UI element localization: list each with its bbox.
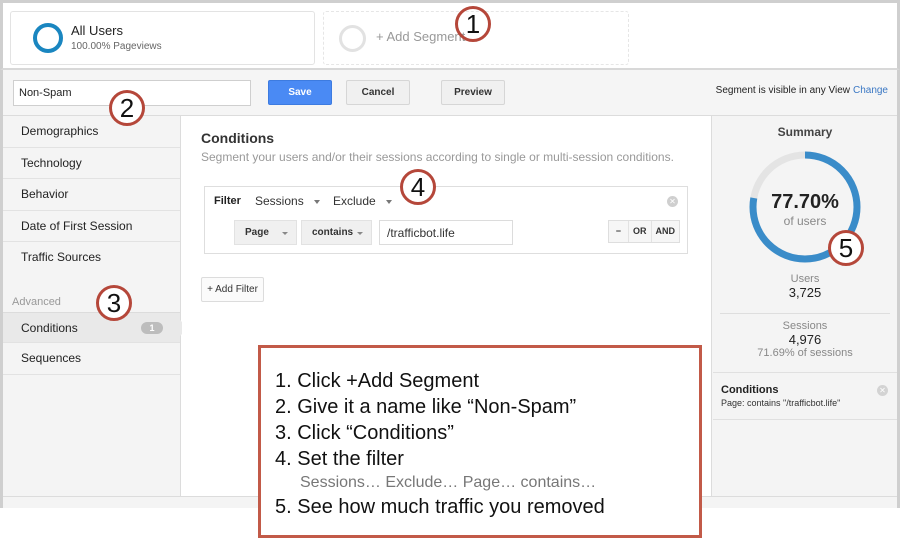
filter-group: Filter Sessions Exclude ✕ Page contains … [204,186,688,254]
condition-title: Conditions [721,384,779,396]
filter-label: Filter [214,195,241,207]
summary-condition-card: Conditions Page: contains "/trafficbot.l… [713,372,897,420]
sessions-label: Sessions [782,320,828,332]
sessions-stat: Sessions 4,976 71.69% of sessions [712,320,898,359]
remove-filter-icon[interactable]: ✕ [667,196,678,207]
callout-4: 4 [400,169,436,205]
divider [720,313,890,314]
callout-3: 3 [96,285,132,321]
segment-subtitle: 100.00% Pageviews [71,41,162,52]
dimension-value: Page [245,227,269,238]
operator-dropdown[interactable]: contains [301,220,372,245]
sessions-value: 4,976 [788,332,822,347]
page-description: Segment your users and/or their sessions… [201,150,674,164]
instruction-step: 1. Click +Add Segment [275,370,479,392]
preview-button[interactable]: Preview [441,80,505,105]
percent-of-users-label: of users [783,214,827,228]
callout-1: 1 [455,6,491,42]
instructions-box: 1. Click +Add Segment 2. Give it a name … [258,345,702,538]
sidebar-item-label: Demographics [21,124,99,138]
users-value: 3,725 [788,285,822,300]
callout-2: 2 [109,90,145,126]
remove-condition-button[interactable]: − [609,221,628,242]
operator-value: contains [312,227,354,238]
sidebar-item-date-of-first-session[interactable]: Date of First Session [3,211,180,242]
sidebar-item-label: Conditions [21,320,78,335]
visibility-text: Segment is visible in any View [715,85,850,96]
sidebar-item-demographics[interactable]: Demographics [3,116,180,148]
sidebar-item-label: Sequences [21,351,82,365]
summary-panel: Summary 77.70% of users Users 3,725 Sess… [711,116,897,496]
caret-down-icon [282,232,288,235]
sidebar-item-label: Behavior [21,187,69,201]
sidebar-item-label: Traffic Sources [21,250,102,264]
instruction-step: 3. Click “Conditions” [275,422,454,444]
sidebar-item-label: Date of First Session [21,218,133,233]
segment-bar: All Users 100.00% Pageviews + Add Segmen… [0,0,900,70]
segment-card-all-users[interactable]: All Users 100.00% Pageviews [10,11,315,65]
cancel-button[interactable]: Cancel [346,80,410,105]
users-label: Users [790,273,820,285]
filter-mode-value: Exclude [333,194,376,208]
users-stat: Users 3,725 [712,273,898,300]
filter-value-input[interactable] [379,220,513,245]
sidebar-heading-advanced: Advanced [12,295,61,308]
sidebar-item-traffic-sources[interactable]: Traffic Sources [3,242,180,274]
segment-category-sidebar: Demographics Technology Behavior Date of… [3,116,188,496]
sidebar-item-behavior[interactable]: Behavior [3,179,180,211]
filter-scope-value: Sessions [255,194,304,208]
instruction-step: 4. Set the filter [275,448,404,470]
page-title: Conditions [201,130,275,146]
add-segment-label: + Add Segment [376,29,466,44]
callout-5: 5 [828,230,864,266]
save-button[interactable]: Save [268,80,332,105]
remove-condition-icon[interactable]: ✕ [877,385,888,396]
or-button[interactable]: OR [628,221,651,242]
instruction-step: 2. Give it a name like “Non-Spam” [275,396,577,418]
caret-down-icon [313,199,320,204]
filter-mode-dropdown[interactable]: Exclude [333,194,392,208]
percent-of-users: 77.70% [771,191,839,213]
summary-title: Summary [777,125,833,139]
condition-text: Page: contains "/trafficbot.life" [721,398,841,408]
ring-icon [339,25,366,52]
instruction-step-detail: Sessions… Exclude… Page… contains… [300,474,597,491]
dimension-dropdown[interactable]: Page [234,220,297,245]
sidebar-item-label: Technology [21,155,82,170]
sidebar-item-conditions[interactable]: Conditions 1 [3,311,188,343]
caret-down-icon [357,232,363,235]
sidebar-item-sequences[interactable]: Sequences [3,343,180,375]
segment-title: All Users [71,23,124,38]
sessions-percent: 71.69% of sessions [757,347,853,359]
add-filter-button[interactable]: + Add Filter [201,277,264,302]
change-visibility-link[interactable]: Change [853,85,888,96]
condition-count-badge: 1 [141,321,163,334]
filter-scope-dropdown[interactable]: Sessions [255,194,320,208]
caret-down-icon [385,199,392,204]
logic-buttons: − OR AND [607,220,680,243]
and-button[interactable]: AND [650,221,680,242]
instruction-step: 5. See how much traffic you removed [275,496,605,518]
ring-icon [33,23,63,53]
sidebar-item-technology[interactable]: Technology [3,148,180,179]
